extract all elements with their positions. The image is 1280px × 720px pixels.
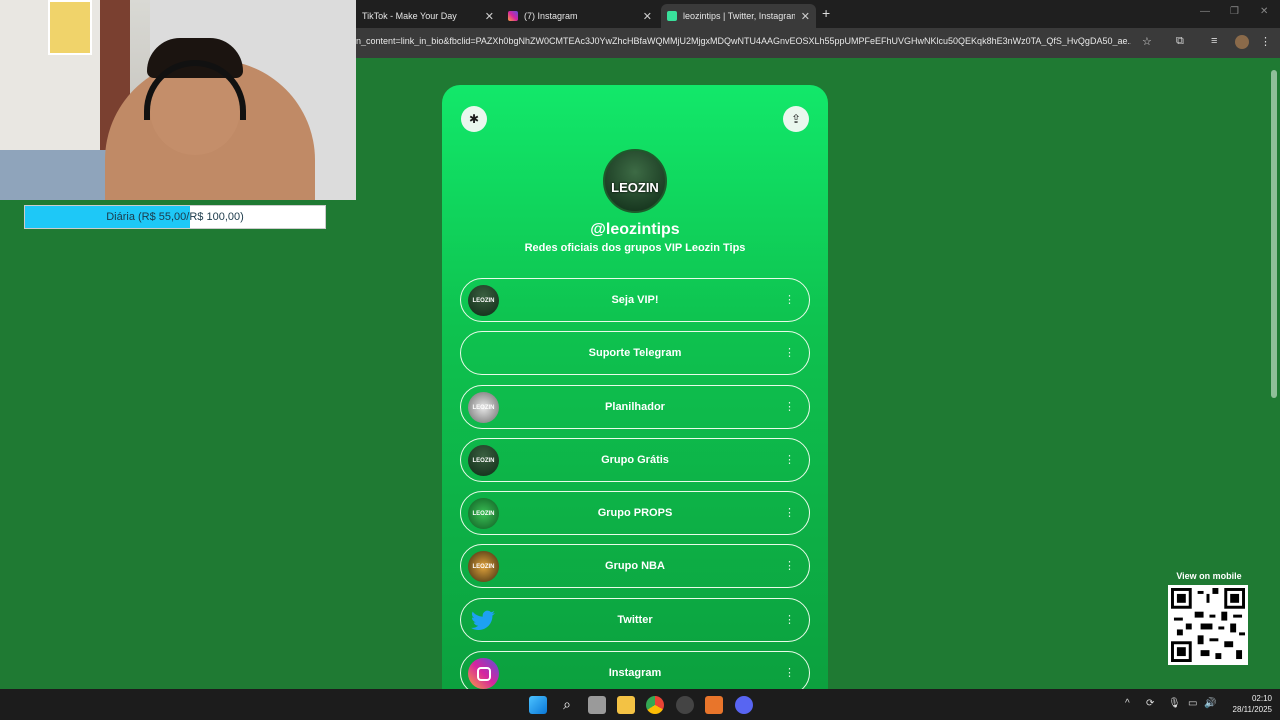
more-options-icon[interactable]: ⋮ — [784, 400, 795, 413]
more-options-icon[interactable]: ⋮ — [784, 559, 795, 572]
media-control-icon[interactable]: ≡ — [1211, 35, 1217, 47]
tab-title: leozintips | Twitter, Instagram, Y — [683, 11, 795, 21]
linktree-logo-icon[interactable]: ✱ — [461, 106, 487, 132]
close-icon[interactable]: ✕ — [643, 10, 652, 23]
link-label: Twitter — [617, 614, 653, 626]
obs-icon[interactable] — [676, 696, 694, 714]
more-options-icon[interactable]: ⋮ — [784, 506, 795, 519]
tab-instagram[interactable]: (7) Instagram ✕ — [502, 4, 658, 28]
view-on-mobile: View on mobile — [1168, 571, 1250, 665]
maximize-icon[interactable]: ❐ — [1230, 6, 1239, 17]
close-icon[interactable]: ✕ — [485, 10, 494, 23]
profile-bio: Redes oficiais dos grupos VIP Leozin Tip… — [524, 242, 746, 254]
link-thumbnail: LEOZIN — [468, 392, 499, 423]
link-label: Instagram — [608, 667, 662, 679]
new-tab-icon[interactable]: + — [822, 5, 830, 21]
avatar-logo-text: LEOZIN — [611, 180, 659, 195]
link-planilhador[interactable]: LEOZIN Planilhador ⋮ — [460, 385, 810, 429]
more-options-icon[interactable]: ⋮ — [784, 346, 795, 359]
link-label: Suporte Telegram — [588, 347, 682, 359]
link-thumbnail: LEOZIN — [468, 498, 499, 529]
link-label: Seja VIP! — [611, 294, 659, 306]
volume-icon[interactable]: 🔊 — [1204, 698, 1216, 709]
more-options-icon[interactable]: ⋮ — [784, 666, 795, 679]
more-options-icon[interactable]: ⋮ — [784, 453, 795, 466]
task-view-icon[interactable] — [588, 696, 606, 714]
link-seja-vip[interactable]: LEOZIN Seja VIP! ⋮ — [460, 278, 810, 322]
link-thumbnail: LEOZIN — [468, 445, 499, 476]
twitter-icon — [471, 610, 495, 630]
stream-goal-bar: Diária (R$ 55,00/R$ 100,00) — [24, 205, 326, 229]
tab-tiktok[interactable]: TikTok - Make Your Day ✕ — [356, 4, 500, 28]
windows-taskbar: ⌕ ^ ⟳ 🎙 ▭ 🔊 02:10 28/11/2025 — [0, 689, 1280, 720]
goal-text: Diária (R$ 55,00/R$ 100,00) — [106, 211, 244, 223]
close-window-icon[interactable]: ✕ — [1260, 6, 1268, 17]
tab-leozintips[interactable]: leozintips | Twitter, Instagram, Y ✕ — [661, 4, 816, 28]
chrome-icon[interactable] — [646, 696, 664, 714]
link-thumbnail: LEOZIN — [468, 551, 499, 582]
link-grupo-gratis[interactable]: LEOZIN Grupo Grátis ⋮ — [460, 438, 810, 482]
microphone-icon[interactable]: 🎙 — [1168, 698, 1181, 709]
qr-label: View on mobile — [1176, 571, 1242, 581]
tab-title: (7) Instagram — [524, 11, 578, 21]
share-icon[interactable]: ⇪ — [783, 106, 809, 132]
tray-overflow-icon[interactable]: ^ — [1125, 698, 1130, 709]
qr-code-icon — [1171, 588, 1245, 662]
tab-title: TikTok - Make Your Day — [362, 11, 457, 21]
app-icon[interactable] — [705, 696, 723, 714]
webcam-overlay — [0, 0, 356, 200]
link-grupo-nba[interactable]: LEOZIN Grupo NBA ⋮ — [460, 544, 810, 588]
more-options-icon[interactable]: ⋮ — [784, 293, 795, 306]
scrollbar-thumb[interactable] — [1271, 70, 1277, 398]
link-twitter[interactable]: Twitter ⋮ — [460, 598, 810, 642]
menu-icon[interactable]: ⋮ — [1260, 35, 1271, 48]
webcam-bed — [0, 150, 120, 200]
clock-time: 02:10 — [1251, 694, 1272, 703]
profile-avatar[interactable] — [1235, 35, 1249, 49]
linktree-favicon-icon — [667, 11, 677, 21]
scrollbar[interactable] — [1271, 62, 1277, 690]
bookmark-star-icon[interactable]: ☆ — [1142, 35, 1152, 48]
sync-icon[interactable]: ⟳ — [1146, 698, 1154, 709]
link-label: Grupo PROPS — [597, 507, 673, 519]
url-field[interactable]: n_content=link_in_bio&fbclid=PAZXh0bgNhZ… — [356, 36, 1131, 46]
profile-avatar-image: LEOZIN — [603, 149, 667, 213]
profile-handle: @leozintips — [590, 221, 680, 238]
minimize-icon[interactable]: — — [1200, 6, 1210, 17]
webcam-poster — [48, 0, 92, 55]
link-suporte-telegram[interactable]: Suporte Telegram ⋮ — [460, 331, 810, 375]
extensions-icon[interactable]: ⧉ — [1176, 35, 1184, 48]
linktree-card: ✱ ⇪ LEOZIN @leozintips Redes oficiais do… — [442, 85, 828, 695]
more-options-icon[interactable]: ⋮ — [784, 613, 795, 626]
start-icon[interactable] — [529, 696, 547, 714]
instagram-favicon-icon — [508, 11, 518, 21]
network-icon[interactable]: ▭ — [1188, 698, 1197, 709]
search-icon[interactable]: ⌕ — [558, 696, 576, 714]
link-thumbnail: LEOZIN — [468, 285, 499, 316]
link-label: Planilhador — [605, 401, 665, 413]
clock[interactable]: 02:10 28/11/2025 — [1222, 693, 1272, 715]
link-grupo-props[interactable]: LEOZIN Grupo PROPS ⋮ — [460, 491, 810, 535]
close-icon[interactable]: ✕ — [801, 10, 810, 23]
clock-date: 28/11/2025 — [1232, 705, 1272, 714]
link-label: Grupo Grátis — [601, 454, 669, 466]
qr-code[interactable] — [1168, 585, 1248, 665]
file-explorer-icon[interactable] — [617, 696, 635, 714]
instagram-icon — [468, 658, 499, 689]
link-label: Grupo NBA — [605, 560, 665, 572]
discord-icon[interactable] — [735, 696, 753, 714]
